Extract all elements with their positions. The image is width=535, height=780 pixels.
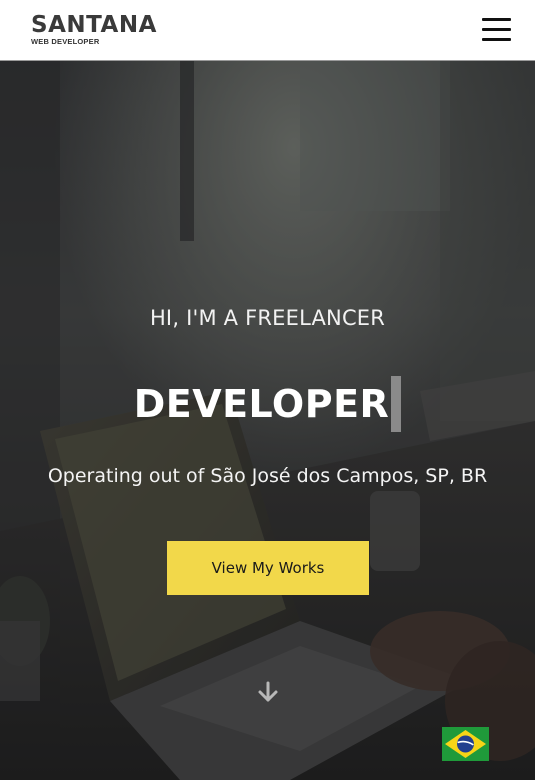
menu-bar: [482, 28, 511, 31]
hamburger-menu-icon[interactable]: [480, 16, 512, 44]
hero-section: HI, I'M A FREELANCER DEVELOPER Operating…: [0, 61, 535, 780]
arrow-down-icon[interactable]: [256, 680, 280, 704]
hero-greeting: HI, I'M A FREELANCER: [149, 306, 386, 330]
hero-role-line: DEVELOPER: [0, 376, 535, 432]
site-header: SANTANA WEB DEVELOPER: [0, 0, 535, 61]
menu-bar: [482, 18, 511, 21]
logo-name: SANTANA: [31, 12, 157, 38]
logo-tagline: WEB DEVELOPER: [31, 37, 100, 46]
page: SANTANA WEB DEVELOPER HI, I'M A FREELANC…: [0, 0, 535, 780]
hero-location: Operating out of São José dos Campos, SP…: [47, 465, 488, 487]
brazil-flag-icon[interactable]: [442, 727, 489, 761]
site-logo[interactable]: SANTANA WEB DEVELOPER: [31, 14, 157, 46]
menu-bar: [482, 38, 511, 41]
view-my-works-button[interactable]: View My Works: [167, 541, 369, 595]
typing-cursor: [391, 376, 402, 432]
hero-role: DEVELOPER: [133, 382, 390, 426]
